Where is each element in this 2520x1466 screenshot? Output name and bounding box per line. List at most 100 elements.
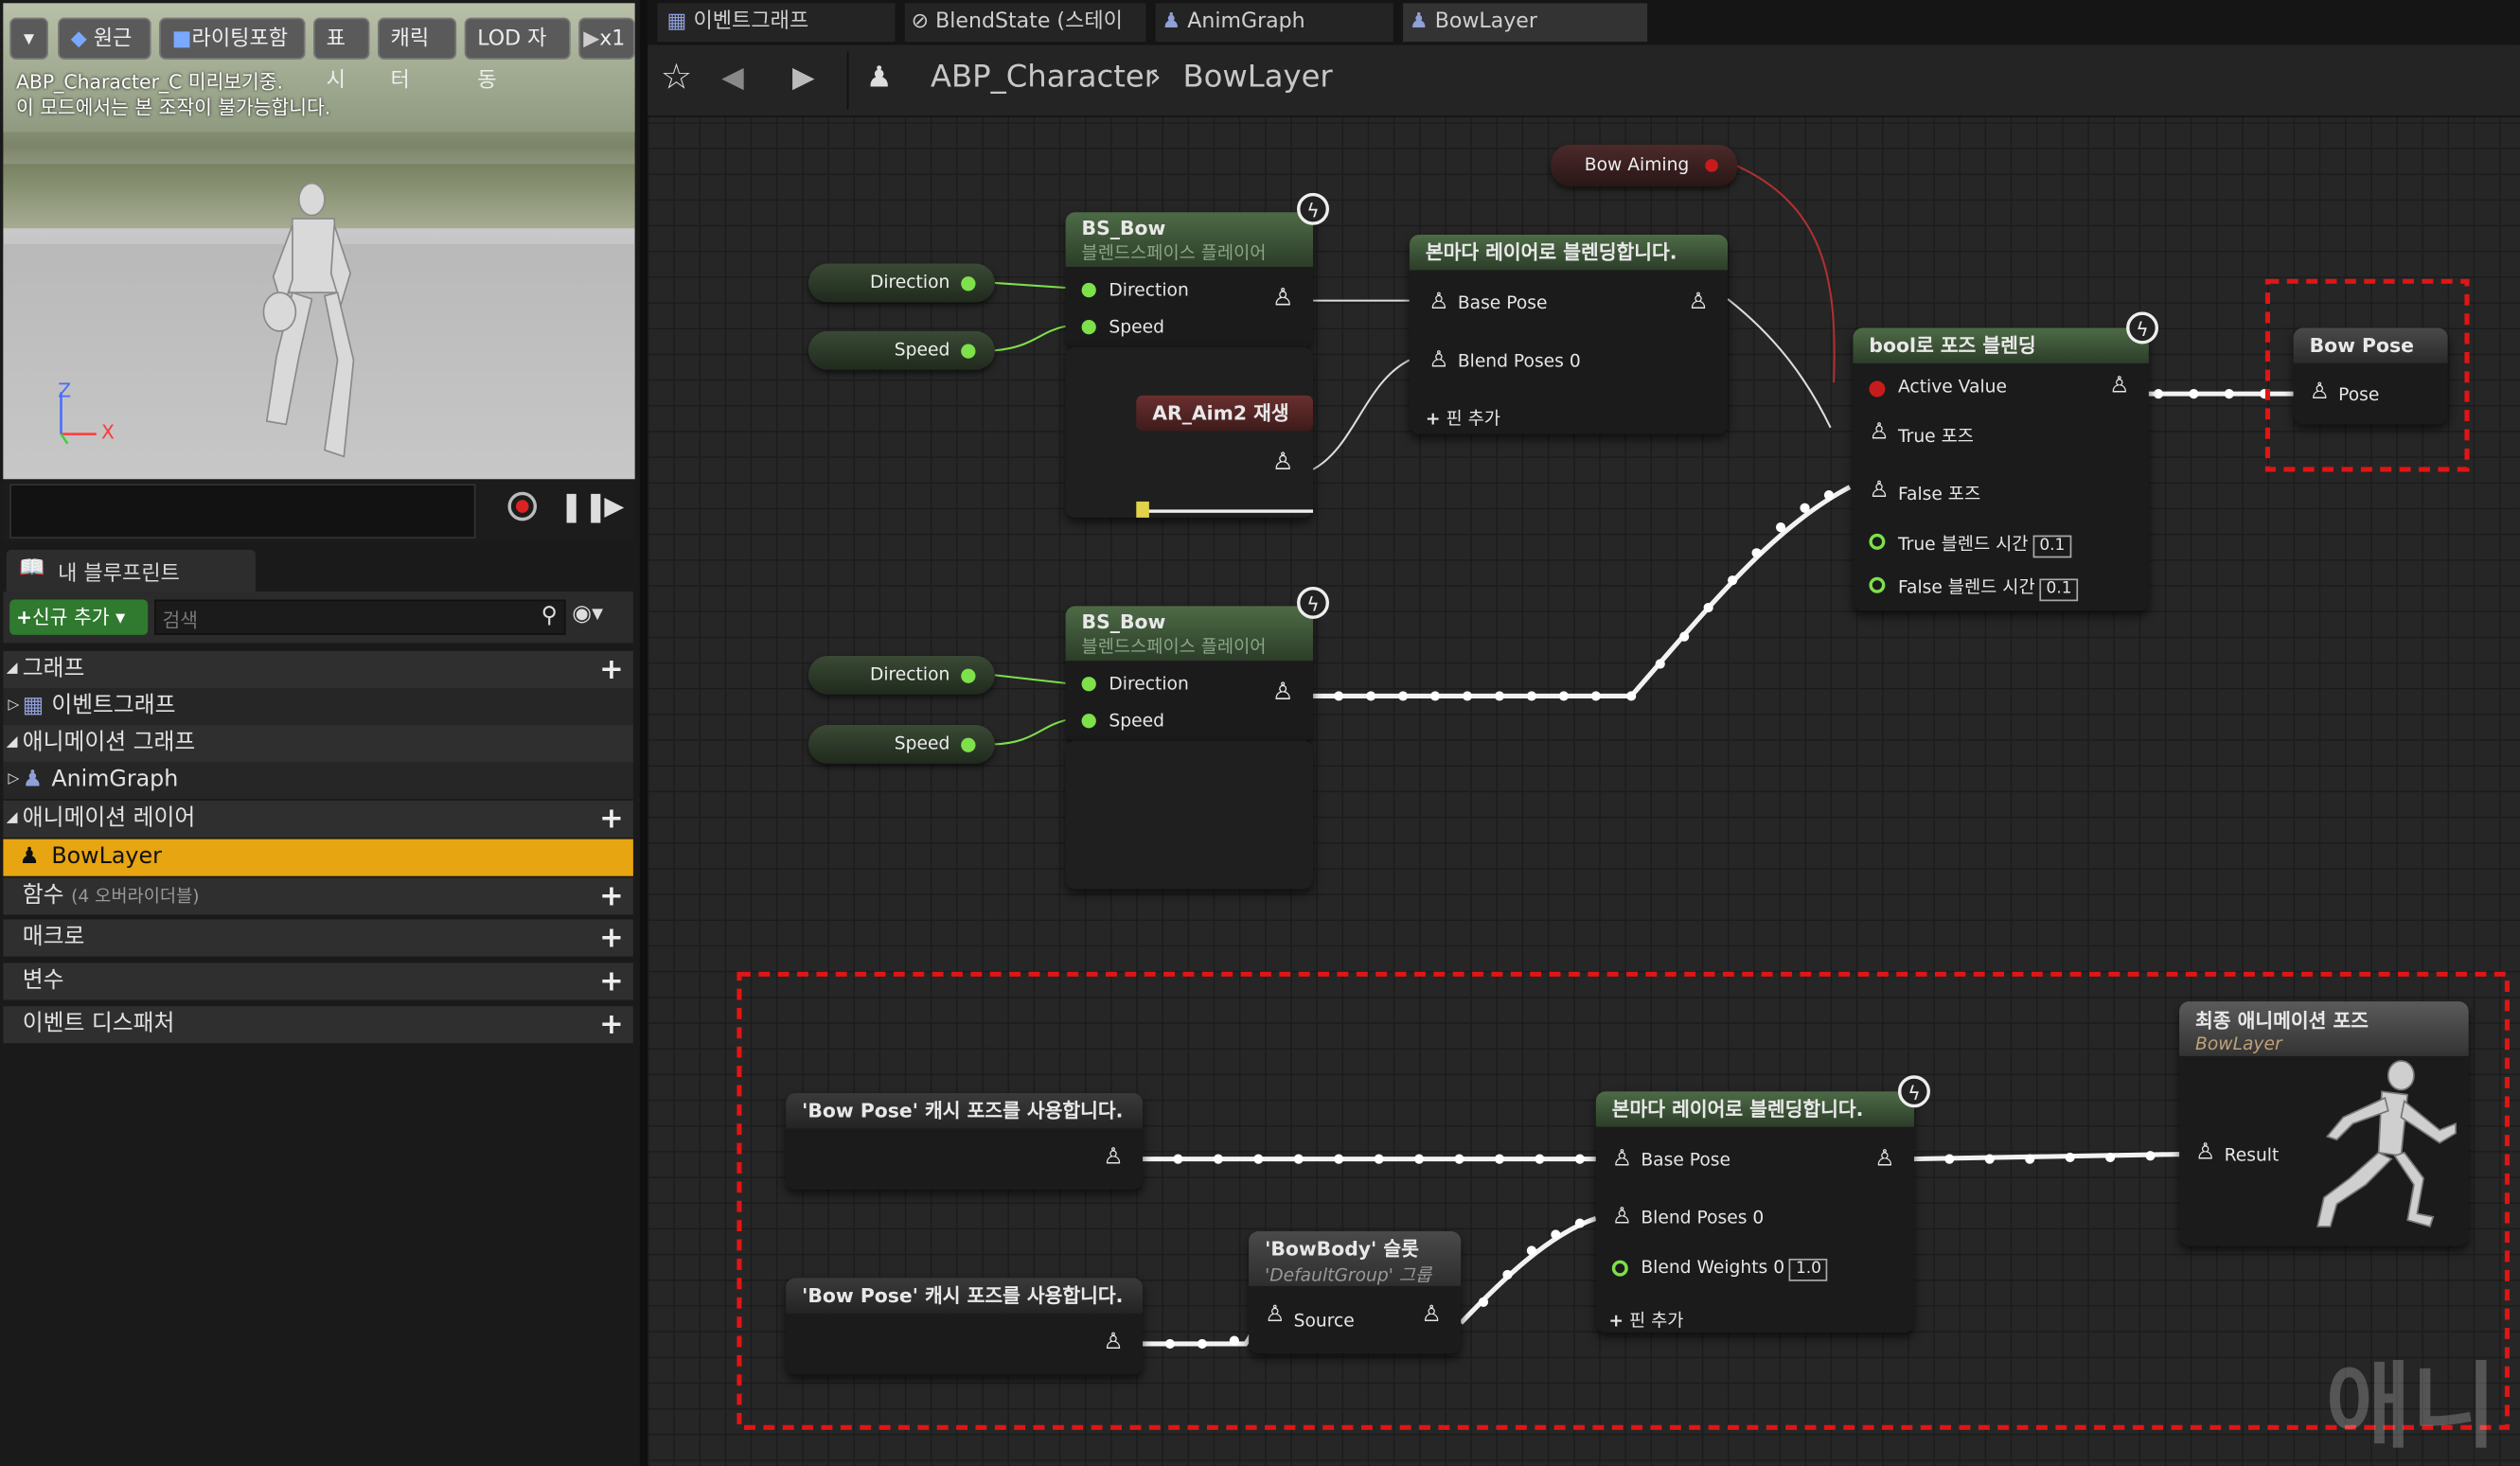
event-graph-icon: ▦ <box>666 9 687 34</box>
tree-functions-header[interactable]: 함수 (4 오버라이더블) + <box>3 877 633 915</box>
tree-item-event-graph[interactable]: ▷ ▦ 이벤트그래프 <box>3 687 633 726</box>
false-blend-time-input[interactable]: 0.1 <box>2039 578 2079 602</box>
back-arrow-icon[interactable]: ◀ <box>721 62 744 96</box>
layered-blend-node-2[interactable]: 본마다 레이어로 블렌딩합니다. ϟ ♙ Base Pose ♙ ♙ Blend… <box>1595 1075 1930 1334</box>
pose-output-icon[interactable]: ♙ <box>2109 373 2129 398</box>
direction-variable-2[interactable]: Direction <box>807 655 995 695</box>
tree-macros-header[interactable]: 매크로 + <box>3 919 633 957</box>
pause-icon[interactable]: ❚❚ <box>559 490 608 524</box>
record-button[interactable] <box>507 491 538 521</box>
speed-pin-icon[interactable] <box>1081 714 1096 729</box>
add-layer-icon[interactable]: + <box>599 801 624 838</box>
tab-event-graph[interactable]: ▦ 이벤트그래프 <box>657 3 896 43</box>
pose-input-icon[interactable]: ♙ <box>1612 1204 1632 1229</box>
lod-button[interactable]: LOD 자동 <box>464 17 571 94</box>
tree-anim-graph-header[interactable]: ◢ 애니메이션 그래프 <box>3 725 633 763</box>
float-pin-icon[interactable] <box>961 276 976 291</box>
float-pin-icon[interactable] <box>961 737 976 752</box>
tree-event-dispatchers-header[interactable]: 이벤트 디스패처 + <box>3 1006 633 1044</box>
active-value-pin-icon[interactable] <box>1869 380 1886 397</box>
forward-arrow-icon[interactable]: ▶ <box>792 62 815 96</box>
tab-bow-layer[interactable]: ♟ BowLayer <box>1403 3 1648 43</box>
pose-output-icon[interactable]: ♙ <box>1103 1144 1123 1170</box>
pose-input-icon[interactable]: ♙ <box>1429 290 1448 315</box>
float-pin-icon[interactable] <box>961 668 976 683</box>
tab-anim-graph[interactable]: ♟ AnimGraph <box>1155 3 1393 43</box>
perspective-button[interactable]: ◆ 원근 <box>58 17 151 60</box>
add-new-button[interactable]: +신규 추가 ▾ <box>9 599 149 635</box>
bool-pin-icon[interactable] <box>1705 159 1718 172</box>
pose-output-icon[interactable]: ♙ <box>1103 1330 1123 1355</box>
use-cached-pose-node-1[interactable]: 'Bow Pose' 캐시 포즈를 사용합니다. ♙ <box>786 1092 1144 1190</box>
speed-variable-2[interactable]: Speed <box>807 725 995 764</box>
pose-output-icon[interactable]: ♙ <box>1272 447 1294 476</box>
add-function-icon[interactable]: + <box>599 877 624 914</box>
pose-input-icon[interactable]: ♙ <box>1265 1302 1285 1328</box>
float-pin-icon[interactable] <box>1869 576 1886 593</box>
tree-graph-header[interactable]: ◢ 그래프 + <box>3 650 633 688</box>
step-forward-icon[interactable]: ▶ <box>604 490 624 521</box>
true-blend-time-input[interactable]: 0.1 <box>2032 535 2072 558</box>
tree-variables-header[interactable]: 변수 + <box>3 963 633 1000</box>
pose-input-icon[interactable]: ♙ <box>2195 1139 2215 1165</box>
search-field[interactable]: 검색 ⚲ <box>153 599 566 635</box>
pose-output-icon[interactable]: ♙ <box>1422 1302 1442 1328</box>
panel-splitter[interactable] <box>639 0 648 1466</box>
bow-aiming-variable[interactable]: Bow Aiming <box>1551 144 1738 187</box>
float-pin-icon[interactable] <box>1611 1260 1628 1277</box>
float-pin-icon[interactable] <box>961 344 976 359</box>
pose-output-icon[interactable]: ♙ <box>1272 677 1294 706</box>
add-macro-icon[interactable]: + <box>599 920 624 957</box>
preview-viewport[interactable]: ▾ ◆ 원근 ■라이팅포함 표시 캐릭터 LOD 자동 ▶x1 ABP_Char… <box>3 3 635 480</box>
add-graph-icon[interactable]: + <box>599 651 624 688</box>
breadcrumb-current[interactable]: BowLayer <box>1183 60 1333 95</box>
blend-poses-by-bool-node[interactable]: bool로 포즈 블렌딩 ϟ Active Value ♙ ♙ True 포즈 … <box>1853 311 2159 611</box>
pose-output-icon[interactable]: ♙ <box>1874 1146 1894 1172</box>
save-cached-pose-node[interactable]: Bow Pose ♙ Pose <box>2293 327 2448 425</box>
tree-anim-layers-header[interactable]: ◢ 애니메이션 레이어 + <box>3 800 633 838</box>
output-pose-node[interactable]: 최종 애니메이션 포즈 BowLayer ♙ Result <box>2179 1001 2469 1246</box>
direction-pin-icon[interactable] <box>1081 282 1096 298</box>
functions-note: (4 오버라이더블) <box>71 885 200 907</box>
pose-output-icon[interactable]: ♙ <box>1688 290 1708 315</box>
slot-node[interactable]: 'BowBody' 슬롯 'DefaultGroup' 그룹 ♙ Source … <box>1249 1231 1462 1354</box>
viewport-menu-button[interactable]: ▾ <box>9 17 48 60</box>
timeline-track[interactable] <box>9 484 476 539</box>
favorite-star-icon[interactable]: ☆ <box>661 58 693 97</box>
tab-blend-state[interactable]: ⊘ BlendState (스테이 <box>904 3 1146 43</box>
breadcrumb-root[interactable]: ABP_Character <box>931 60 1157 95</box>
use-cached-pose-node-2[interactable]: 'Bow Pose' 캐시 포즈를 사용합니다. ♙ <box>786 1278 1144 1375</box>
layered-blend-node-1[interactable]: 본마다 레이어로 블렌딩합니다. ♙ Base Pose ♙ Blend Pos… <box>1409 234 1729 434</box>
graph-canvas[interactable]: Bow Aiming BS_Bow 블렌드스페이스 플레이어 ϟ Directi… <box>648 44 2520 1466</box>
bs-bow-node-2[interactable]: BS_Bow 블렌드스페이스 플레이어 ϟ Direction Speed ♙ <box>1065 586 1329 742</box>
my-blueprint-tab[interactable]: 📖 내 블루프린트 <box>6 549 256 592</box>
pose-input-icon[interactable]: ♙ <box>1612 1146 1632 1172</box>
add-pin-button[interactable]: + 핀 추가 <box>1608 1307 1683 1333</box>
add-variable-icon[interactable]: + <box>599 963 624 999</box>
visibility-eye-icon[interactable]: ◉▾ <box>572 601 603 627</box>
pose-input-icon[interactable]: ♙ <box>2310 380 2330 405</box>
character-button[interactable]: 캐릭터 <box>377 17 457 94</box>
blend-weights-input[interactable]: 1.0 <box>1789 1258 1828 1281</box>
pose-input-icon[interactable]: ♙ <box>1869 477 1889 503</box>
axis-x-label: X <box>100 421 115 444</box>
play-speed-button[interactable]: ▶x1 <box>578 17 635 60</box>
tree-item-bow-layer[interactable]: ♟ BowLayer <box>3 839 633 876</box>
tree-item-anim-graph[interactable]: ▷ ♟ AnimGraph <box>3 762 633 800</box>
ar-aim2-sequence-node[interactable]: AR_Aim2 재생 ♙ <box>1065 346 1314 518</box>
show-button[interactable]: 표시 <box>313 17 370 94</box>
bs-bow-node-1[interactable]: BS_Bow 블렌드스페이스 플레이어 ϟ Direction Speed ♙ <box>1065 192 1329 347</box>
speed-pin-icon[interactable] <box>1081 320 1096 335</box>
direction-pin-icon[interactable] <box>1081 677 1096 692</box>
pose-input-icon[interactable]: ♙ <box>1429 347 1448 373</box>
speed-variable-1[interactable]: Speed <box>807 330 995 370</box>
direction-variable-1[interactable]: Direction <box>807 263 995 303</box>
add-dispatcher-icon[interactable]: + <box>599 1006 624 1043</box>
node-header: 'BowBody' 슬롯 'DefaultGroup' 그룹 <box>1249 1231 1462 1286</box>
add-pin-button[interactable]: + 핀 추가 <box>1426 405 1500 431</box>
pose-output-icon[interactable]: ♙ <box>1272 283 1294 312</box>
pose-input-icon[interactable]: ♙ <box>1869 419 1889 445</box>
play-progress-handle[interactable] <box>1136 501 1149 518</box>
float-pin-icon[interactable] <box>1869 533 1886 550</box>
lighting-button[interactable]: ■라이팅포함 <box>159 17 306 60</box>
